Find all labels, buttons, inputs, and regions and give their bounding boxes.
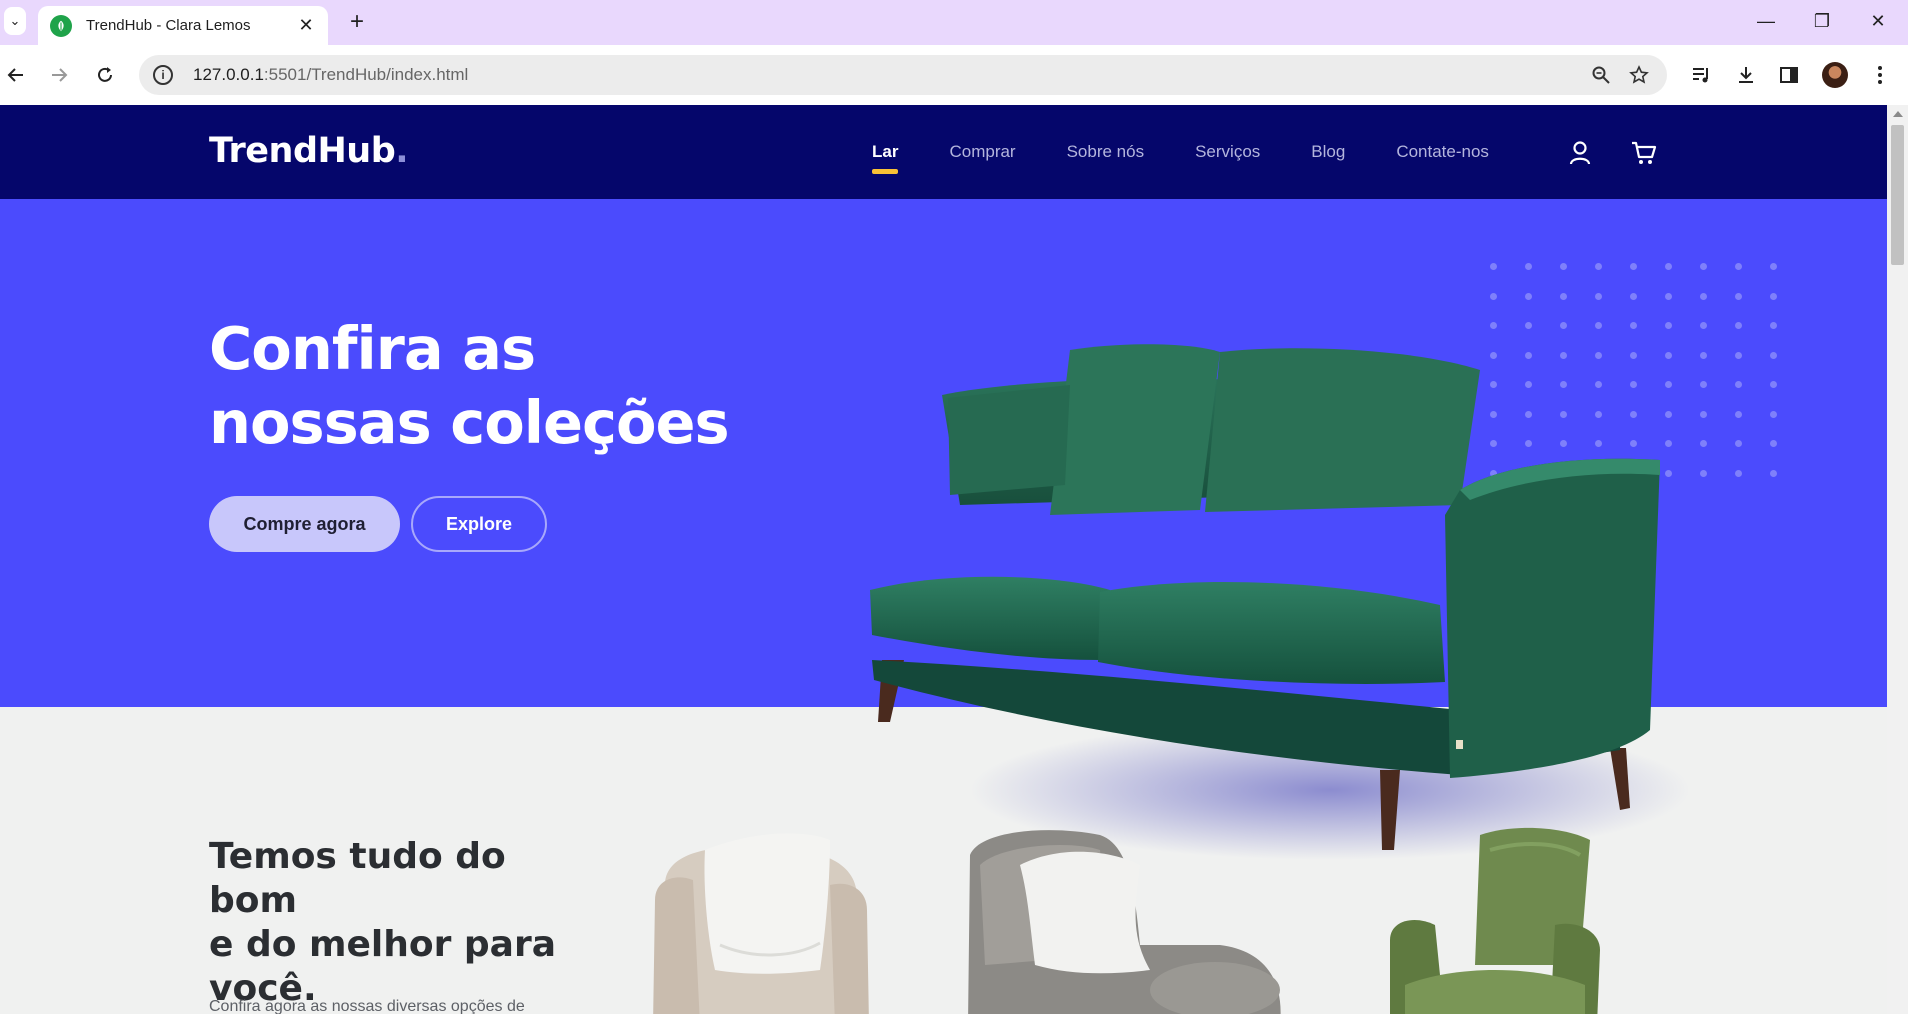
grid-dot xyxy=(1770,410,1777,418)
grid-dot xyxy=(1490,263,1497,270)
site-logo[interactable]: TrendHub. xyxy=(209,131,409,171)
grid-dot xyxy=(1525,263,1532,270)
olive-armchair-image xyxy=(1390,827,1600,1014)
url-text: 127.0.0.1:5501/TrendHub/index.html xyxy=(193,65,469,84)
grid-dot xyxy=(1595,292,1602,300)
grid-dot xyxy=(1700,469,1707,477)
nav-link-servicos[interactable]: Serviços xyxy=(1195,142,1260,162)
grid-dot xyxy=(1595,263,1602,270)
reload-icon xyxy=(98,67,112,82)
main-nav: Lar Comprar Sobre nós Serviços Blog Cont… xyxy=(872,105,1540,199)
site-header: TrendHub. Lar Comprar Sobre nós Serviços… xyxy=(0,105,1887,199)
grid-dot xyxy=(1490,322,1497,329)
grid-dot xyxy=(1560,322,1567,329)
new-tab-button[interactable]: + xyxy=(343,8,371,36)
explore-button[interactable]: Explore xyxy=(411,496,547,552)
avatar xyxy=(1822,62,1848,88)
restore-icon[interactable]: ❐ xyxy=(1794,0,1850,42)
grid-dot xyxy=(1735,292,1742,300)
buy-now-button[interactable]: Compre agora xyxy=(209,496,400,552)
nav-link-blog[interactable]: Blog xyxy=(1311,142,1345,162)
close-tab-icon[interactable]: ✕ xyxy=(296,15,316,36)
minimize-icon[interactable]: — xyxy=(1738,0,1794,42)
grid-dot xyxy=(1525,322,1532,329)
side-panel-icon[interactable] xyxy=(1773,59,1805,91)
download-icon[interactable] xyxy=(1730,59,1762,91)
grid-dot xyxy=(1700,322,1707,329)
products-section-text: Confira agora as nossas diversas opções … xyxy=(209,998,525,1014)
grid-dot xyxy=(1735,410,1742,418)
tab-title: TrendHub - Clara Lemos xyxy=(86,17,251,34)
browser-tab-active[interactable]: TrendHub - Clara Lemos ✕ xyxy=(38,6,328,45)
grid-dot xyxy=(1630,292,1637,300)
arrow-right-icon xyxy=(52,68,68,82)
arrow-left-icon xyxy=(7,68,23,82)
grid-dot xyxy=(1700,410,1707,418)
green-sofa-image xyxy=(870,344,1690,860)
nav-link-comprar[interactable]: Comprar xyxy=(949,142,1015,162)
browser-toolbar: i 127.0.0.1:5501/TrendHub/index.html xyxy=(0,45,1908,105)
grid-dot xyxy=(1770,263,1777,270)
back-button[interactable] xyxy=(0,59,32,91)
nav-link-lar[interactable]: Lar xyxy=(872,142,899,174)
products-section-title: Temos tudo do bom e do melhor para você. xyxy=(209,836,557,1009)
address-bar[interactable]: i 127.0.0.1:5501/TrendHub/index.html xyxy=(139,55,1667,95)
grid-dot xyxy=(1770,381,1777,388)
cart-icon[interactable] xyxy=(1629,138,1659,168)
page-viewport: TrendHub. Lar Comprar Sobre nós Serviços… xyxy=(0,105,1887,1014)
grid-dot xyxy=(1665,263,1672,270)
bookmark-star-icon[interactable] xyxy=(1625,61,1653,89)
grid-dot xyxy=(1630,322,1637,329)
leaf-favicon-icon xyxy=(50,14,72,37)
grid-dot xyxy=(1735,381,1742,388)
grid-dot xyxy=(1560,263,1567,270)
grid-dot xyxy=(1735,322,1742,329)
grid-dot xyxy=(1770,469,1777,477)
grid-dot xyxy=(1665,292,1672,300)
grid-dot xyxy=(1665,322,1672,329)
grid-dot xyxy=(1735,263,1742,270)
browser-tab-strip: ⌄ TrendHub - Clara Lemos ✕ + — ❐ ✕ xyxy=(0,0,1908,45)
grid-dot xyxy=(1700,440,1707,447)
tab-search-button[interactable]: ⌄ xyxy=(4,7,26,35)
grid-dot xyxy=(1525,292,1532,300)
profile-avatar[interactable] xyxy=(1819,59,1851,91)
grid-dot xyxy=(1735,351,1742,359)
user-icon[interactable] xyxy=(1565,138,1595,168)
grid-dot xyxy=(1770,322,1777,329)
grid-dot xyxy=(1770,351,1777,359)
close-window-icon[interactable]: ✕ xyxy=(1850,0,1906,42)
forward-button[interactable] xyxy=(43,59,75,91)
scroll-up-arrow-icon[interactable] xyxy=(1893,111,1903,117)
page-scrollbar[interactable] xyxy=(1887,105,1908,1014)
grid-dot xyxy=(1560,292,1567,300)
active-nav-underline xyxy=(872,169,899,174)
nav-link-sobre-nos[interactable]: Sobre nós xyxy=(1067,142,1145,162)
grid-dot xyxy=(1700,263,1707,270)
grid-dot xyxy=(1770,292,1777,300)
grid-dot xyxy=(1700,292,1707,300)
grid-dot xyxy=(1735,440,1742,447)
grid-dot xyxy=(1630,263,1637,270)
chevron-down-icon: ⌄ xyxy=(9,13,21,28)
grid-dot xyxy=(1770,440,1777,447)
grid-dot xyxy=(1700,351,1707,359)
grey-lounge-chair-image xyxy=(968,830,1281,1014)
site-info-icon[interactable]: i xyxy=(153,65,173,85)
reload-button[interactable] xyxy=(89,59,121,91)
scroll-thumb[interactable] xyxy=(1891,125,1904,265)
grid-dot xyxy=(1595,322,1602,329)
menu-kebab-icon[interactable] xyxy=(1864,59,1896,91)
nav-link-contate-nos[interactable]: Contate-nos xyxy=(1396,142,1489,162)
grid-dot xyxy=(1700,381,1707,388)
grid-dot xyxy=(1735,469,1742,477)
zoom-icon[interactable] xyxy=(1587,61,1615,89)
grid-dot xyxy=(1490,292,1497,300)
beige-armchair-image xyxy=(653,833,869,1014)
media-controls-icon[interactable] xyxy=(1685,59,1717,91)
hero-title: Confira as nossas coleções xyxy=(209,314,730,457)
